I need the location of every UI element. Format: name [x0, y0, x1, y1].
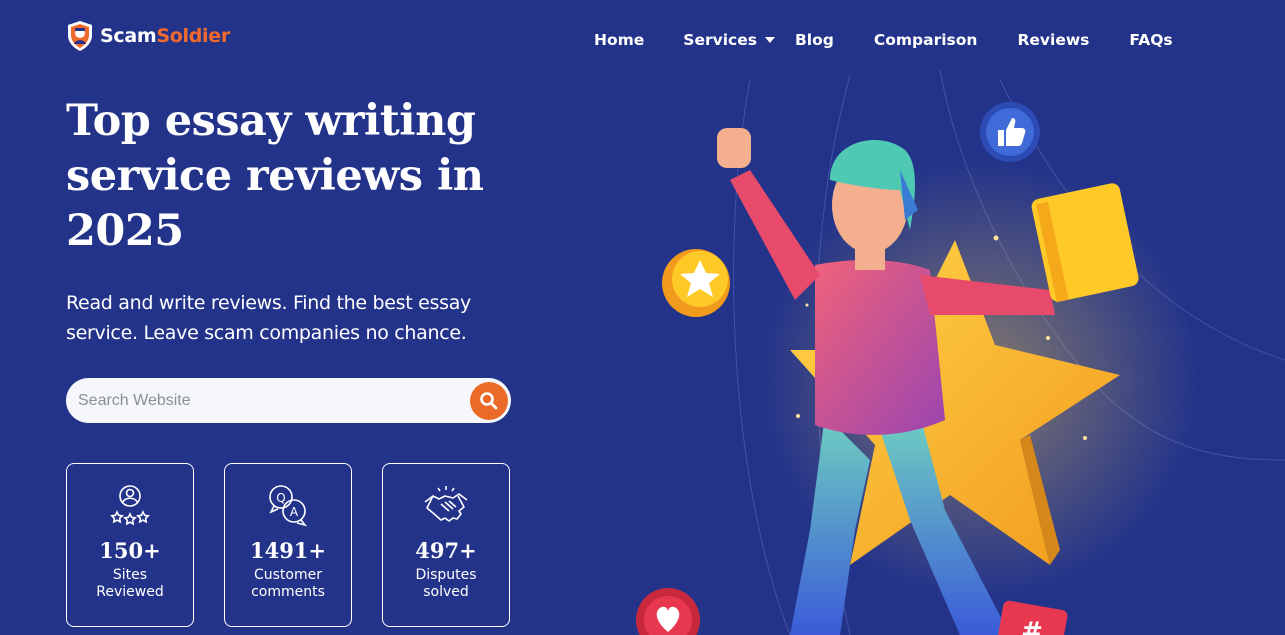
stat-number: 497+ [415, 538, 477, 563]
heart-icon [636, 588, 700, 635]
nav-services-label: Services [683, 31, 757, 49]
search-bar [66, 378, 511, 423]
thumbs-up-icon [980, 102, 1040, 162]
main-nav: Home Services Blog Comparison Reviews FA… [594, 31, 1173, 49]
stat-label: Sites Reviewed [96, 567, 163, 601]
stat-label-line1: Sites [112, 567, 148, 583]
stat-number: 150+ [99, 538, 161, 563]
nav-faqs[interactable]: FAQs [1129, 31, 1172, 49]
stat-label-line2: Reviewed [96, 584, 164, 600]
chevron-down-icon [764, 37, 775, 43]
stat-label-line1: Disputes [415, 567, 477, 583]
hero-subtitle: Read and write reviews. Find the best es… [66, 292, 471, 344]
svg-text:#: # [1021, 617, 1043, 635]
hashtag-icon: # [997, 600, 1068, 635]
svg-text:Q: Q [276, 491, 285, 505]
svg-text:A: A [290, 505, 299, 519]
nav-blog[interactable]: Blog [795, 31, 834, 49]
brand-name-part2: Soldier [156, 25, 230, 47]
nav-reviews[interactable]: Reviews [1017, 31, 1089, 49]
brand-logo[interactable]: ScamSoldier [66, 20, 230, 52]
brand-name-part1: Scam [100, 25, 157, 47]
stat-label-line1: Customer [253, 567, 322, 583]
page-title: Top essay writing service reviews in 202… [66, 96, 484, 256]
stat-label-line2: comments [251, 584, 325, 600]
search-input[interactable] [78, 391, 470, 410]
nav-comparison[interactable]: Comparison [874, 31, 978, 49]
hero-illustration: # [636, 69, 1285, 635]
qa-bubbles-icon: Q A [269, 485, 308, 527]
stat-card-sites: 150+ Sites Reviewed [66, 463, 194, 627]
stat-number: 1491+ [249, 538, 327, 563]
star-coin-icon [662, 249, 730, 317]
search-icon [480, 391, 498, 409]
stat-label-line2: solved [423, 584, 469, 600]
shield-logo-icon [68, 21, 92, 51]
brand-name: ScamSoldier [100, 25, 230, 47]
stat-label: Disputes solved [415, 567, 476, 601]
user-stars-icon [110, 485, 150, 526]
search-button[interactable] [470, 381, 508, 420]
stat-card-comments: Q A 1491+ Customer comments [224, 463, 352, 627]
handshake-icon [424, 486, 468, 522]
stat-card-disputes: 497+ Disputes solved [382, 463, 510, 627]
stat-label: Customer comments [251, 567, 325, 601]
nav-home[interactable]: Home [594, 31, 644, 49]
nav-services[interactable]: Services [683, 31, 775, 49]
